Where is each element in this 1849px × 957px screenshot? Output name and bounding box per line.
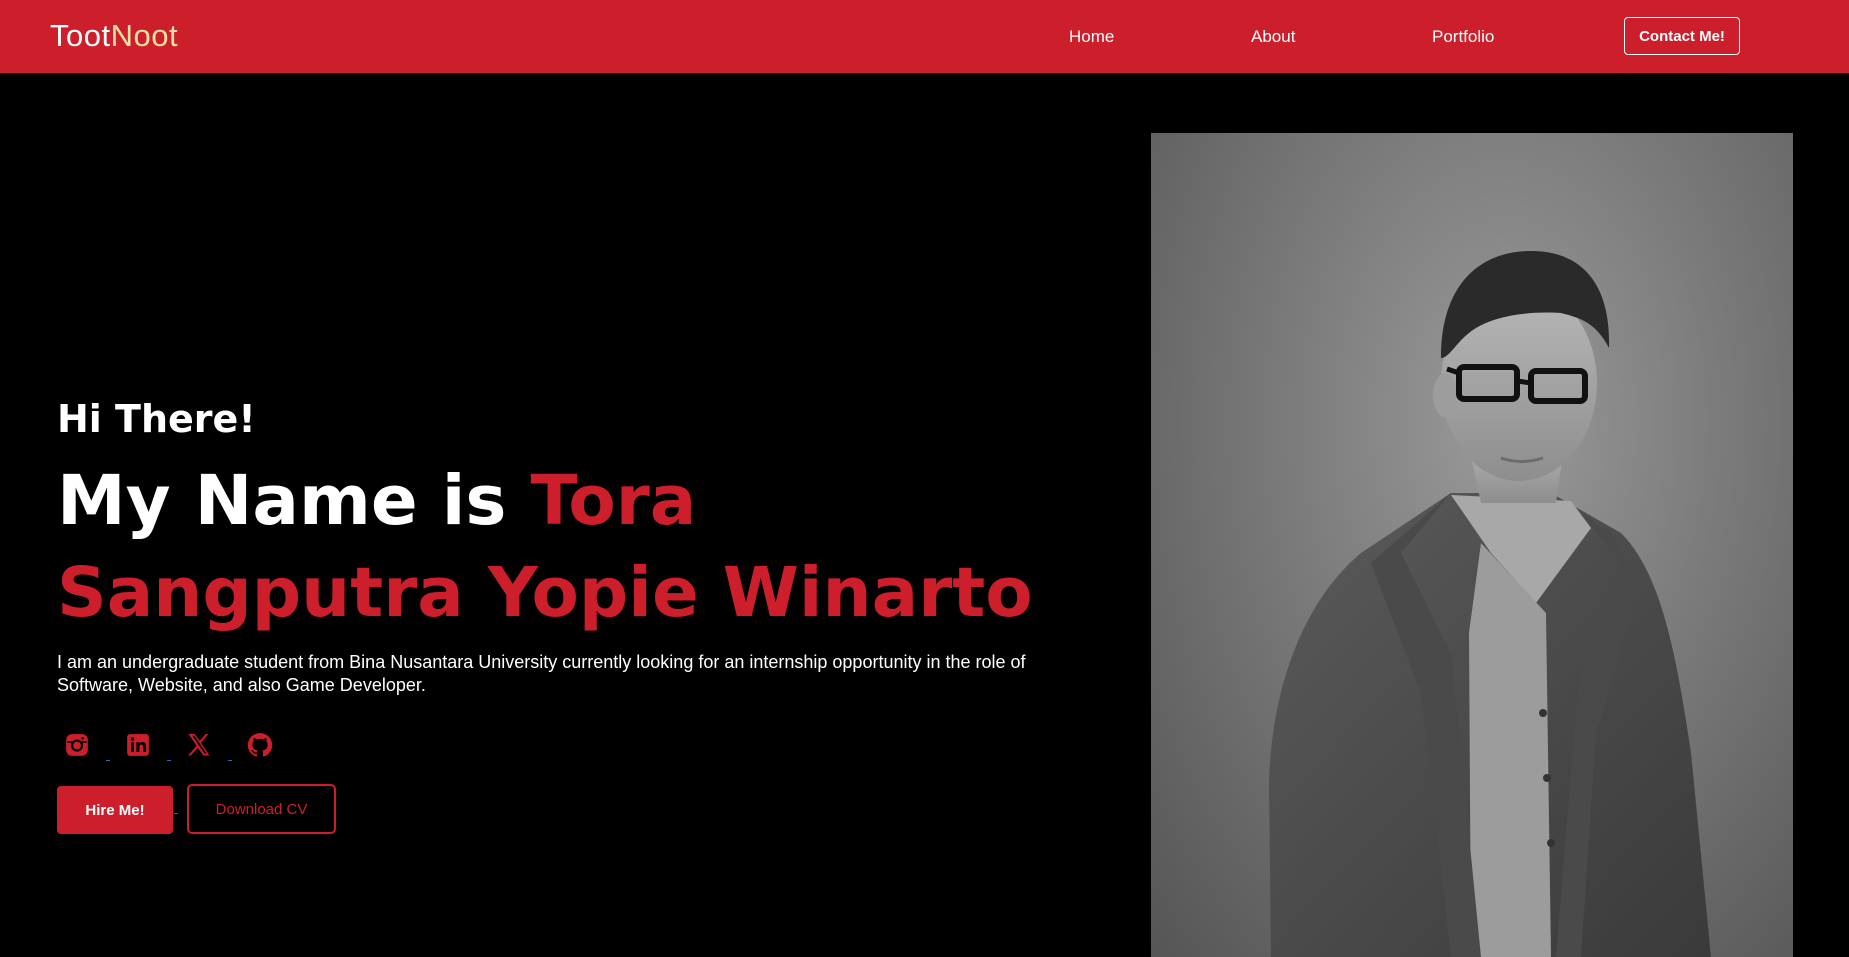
link-underline xyxy=(106,760,110,761)
hero-bio: I am an undergraduate student from Bina … xyxy=(57,652,1026,695)
nav-link-about[interactable]: About xyxy=(1251,27,1295,47)
social-link-github[interactable] xyxy=(243,728,277,762)
headline-prefix: My Name is xyxy=(57,461,531,541)
profile-photo xyxy=(1151,133,1793,957)
logo-text-accent: Noot xyxy=(110,18,179,53)
x-twitter-icon xyxy=(184,731,214,759)
nav-link-portfolio[interactable]: Portfolio xyxy=(1432,27,1494,47)
contact-me-button[interactable]: Contact Me! xyxy=(1624,17,1740,55)
nav-link-home[interactable]: Home xyxy=(1069,27,1114,47)
top-navbar: TootNoot Home About Portfolio Contact Me… xyxy=(0,0,1849,73)
link-underline xyxy=(167,760,171,761)
link-underline xyxy=(228,760,232,761)
github-icon xyxy=(246,731,274,759)
link-underline xyxy=(174,813,178,814)
hire-me-button[interactable]: Hire Me! xyxy=(57,786,173,834)
instagram-icon xyxy=(64,732,90,758)
hero-headline: My Name is Tora Sangputra Yopie Winarto xyxy=(57,455,1057,639)
logo-text-primary: Toot xyxy=(50,18,111,53)
portrait-figure-icon xyxy=(1269,251,1711,957)
social-links xyxy=(60,728,304,762)
site-logo[interactable]: TootNoot xyxy=(50,17,178,55)
social-link-instagram[interactable] xyxy=(60,728,110,762)
social-link-x[interactable] xyxy=(182,728,232,762)
download-cv-button[interactable]: Download CV xyxy=(187,784,336,834)
hero-greeting: Hi There! xyxy=(57,397,256,441)
social-link-linkedin[interactable] xyxy=(121,728,171,762)
linkedin-icon xyxy=(125,732,151,758)
